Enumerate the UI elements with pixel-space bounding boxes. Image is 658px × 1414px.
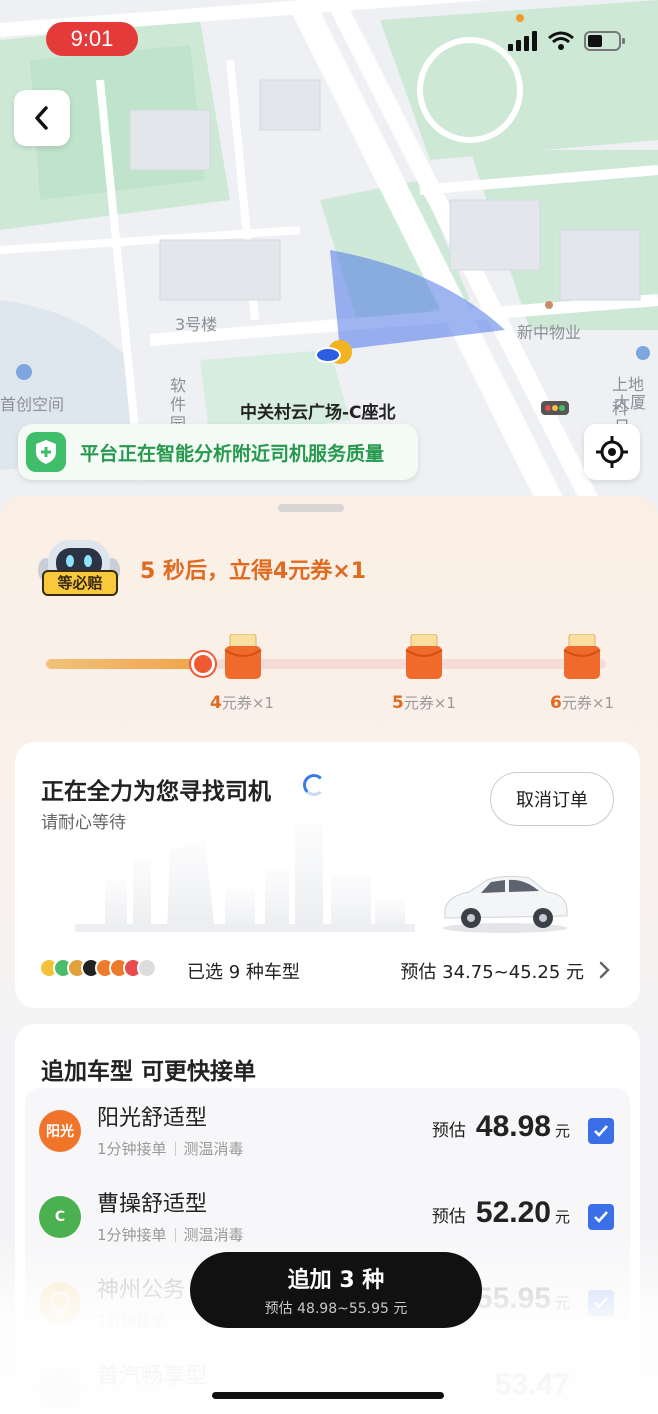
selected-car-types[interactable]: 已选 9 种车型 <box>187 958 300 984</box>
crosshair-icon <box>596 436 628 468</box>
car-type-row[interactable]: C 曹操舒适型 1分钟接单 测温消毒 预估 52.20 元 <box>25 1174 630 1258</box>
car-type-tags: 1分钟接单 <box>97 1312 167 1330</box>
car-type-name: 神州公务 <box>97 1278 186 1303</box>
shield-icon <box>26 432 66 472</box>
home-indicator[interactable] <box>212 1392 444 1399</box>
chevron-left-icon <box>35 106 48 130</box>
sheet-grabber[interactable] <box>278 504 344 512</box>
car-type-price: 预估 52.20 元 <box>431 1196 570 1229</box>
map-label-kongjian: 首创空间 <box>0 395 65 414</box>
check-icon <box>594 1125 608 1137</box>
car-type-price: 53.47 <box>494 1368 570 1401</box>
shenzhou-brand-icon <box>39 1282 81 1324</box>
status-time: 9:01 <box>46 22 138 56</box>
car-type-price: 55.95 元 <box>475 1282 570 1315</box>
car-type-name: 阳光舒适型 <box>97 1106 208 1131</box>
cancel-order-button[interactable]: 取消订单 <box>490 772 614 826</box>
loading-spinner-icon <box>303 774 325 796</box>
add-car-types-card: 追加车型 可更快接单 阳光 阳光舒适型 1分钟接单 测温消毒 预估 48.98 元… <box>15 1024 640 1414</box>
car-type-price: 预估 48.98 元 <box>431 1110 570 1143</box>
car-type-name: 曹操舒适型 <box>97 1192 208 1217</box>
car-type-checkbox[interactable] <box>588 1204 614 1230</box>
status-bar: 9:01 <box>0 0 658 76</box>
add-types-button[interactable]: 追加 3 种 预估 48.98~55.95 元 <box>190 1252 482 1328</box>
check-icon <box>594 1211 608 1223</box>
wifi-icon <box>548 31 574 50</box>
check-icon <box>594 1297 608 1309</box>
coupon-label-2: 5元券×1 <box>392 693 456 713</box>
add-section-title: 追加车型 可更快接单 <box>41 1059 257 1085</box>
car-type-name: 首汽畅享型 <box>97 1364 208 1389</box>
map-label-xinzhong: 新中物业 <box>517 323 582 342</box>
countdown-text: 5 秒后，立得4元券×1 <box>140 559 367 584</box>
sunshine-brand-icon: 阳光 <box>39 1110 81 1152</box>
privacy-indicator <box>516 14 524 22</box>
car-type-tags: 1分钟接单 测温消毒 <box>97 1226 244 1244</box>
coupon-envelope-icon-2 <box>405 634 443 679</box>
car-type-chips[interactable] <box>39 958 157 978</box>
car-type-row[interactable]: 首汽畅享型 53.47 <box>25 1346 630 1414</box>
locate-button[interactable] <box>584 424 640 480</box>
reward-progress-knob <box>191 652 215 676</box>
car-type-tags: 1分钟接单 测温消毒 <box>97 1140 244 1158</box>
shouqi-brand-icon <box>39 1368 81 1410</box>
car-type-chip <box>137 958 157 978</box>
coupon-envelope-icon-3 <box>563 634 601 679</box>
car-type-checkbox[interactable] <box>588 1118 614 1144</box>
coupon-label-1: 4元券×1 <box>210 693 274 713</box>
reward-progress-fill <box>46 659 203 669</box>
coupon-envelope-icon-1 <box>224 634 262 679</box>
driver-search-card: 正在全力为您寻找司机 请耐心等待 取消订单 已选 9 种车型 预估 34.75~… <box>15 742 640 1008</box>
coupon-label-3: 6元券×1 <box>550 693 614 713</box>
quality-banner[interactable]: 平台正在智能分析附近司机服务质量 <box>18 424 418 480</box>
back-button[interactable] <box>14 90 70 146</box>
battery-icon <box>584 31 625 51</box>
quality-banner-text: 平台正在智能分析附近司机服务质量 <box>80 442 385 465</box>
add-types-button-label: 追加 3 种 <box>287 1268 385 1293</box>
signal-icon <box>508 31 537 51</box>
map-poi-label: 中关村云广场-C座北 <box>240 403 396 423</box>
add-types-button-estimate: 预估 48.98~55.95 元 <box>264 1301 408 1317</box>
chevron-right-icon[interactable] <box>598 961 610 979</box>
search-title: 正在全力为您寻找司机 <box>41 779 271 805</box>
status-icons <box>508 30 626 52</box>
caocao-brand-icon: C <box>39 1196 81 1238</box>
add-car-type-list: 阳光 阳光舒适型 1分钟接单 测温消毒 预估 48.98 元 C 曹操舒适型 1分… <box>25 1088 630 1410</box>
car-type-checkbox[interactable] <box>588 1290 614 1316</box>
car-illustration <box>443 875 568 933</box>
skyline-illustration <box>75 824 415 932</box>
map-label-building3: 3号楼 <box>175 315 218 334</box>
estimate-price-range[interactable]: 预估 34.75~45.25 元 <box>400 958 584 984</box>
robot-tag: 等必赔 <box>42 570 118 596</box>
car-type-row[interactable]: 阳光 阳光舒适型 1分钟接单 测温消毒 预估 48.98 元 <box>25 1088 630 1172</box>
